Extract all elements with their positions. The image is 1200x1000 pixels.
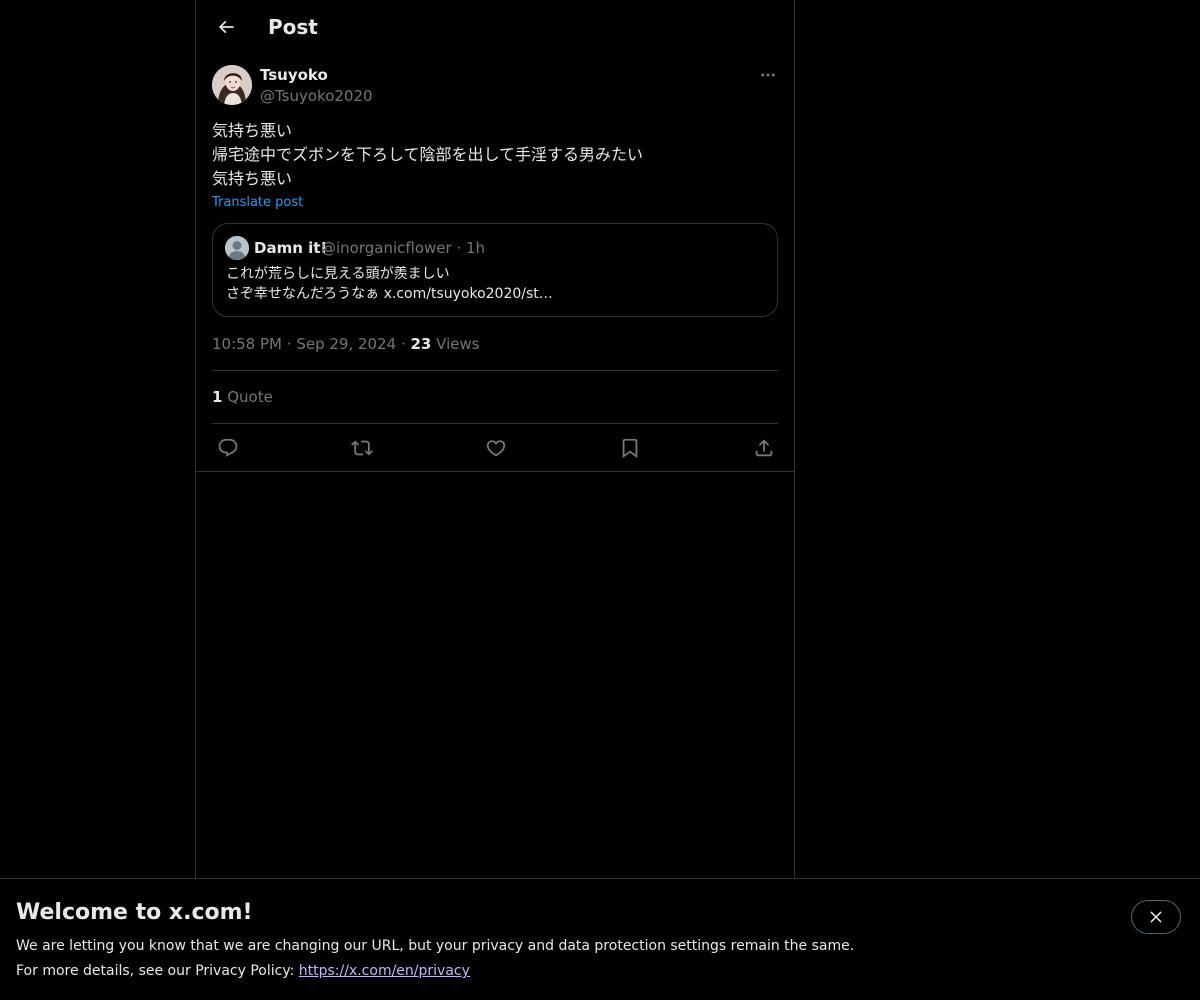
like-icon xyxy=(486,440,506,457)
quote-author-handle: @inorganicflower · 1h xyxy=(321,239,486,257)
avatar-image xyxy=(212,65,252,105)
back-button[interactable] xyxy=(208,9,244,45)
post-text-line: 帰宅途中でズボンを下ろして陰部を出して手淫する男みたい xyxy=(212,145,644,164)
reply-button[interactable] xyxy=(216,436,240,460)
post-column: Post Tsuyoko @Tsuyoko2020 気持ち悪い 帰宅途中でズボン… xyxy=(195,0,795,878)
post-time[interactable]: 10:58 PM xyxy=(212,335,282,353)
views-count: 23 xyxy=(410,335,432,353)
post-text: 気持ち悪い 帰宅途中でズボンを下ろして陰部を出して手淫する男みたい 気持ち悪い xyxy=(212,119,778,191)
action-bar xyxy=(196,424,794,472)
page-header: Post xyxy=(196,0,794,54)
quote-text: これが荒らしに見える頭が羨ましい さぞ幸せなんだろうなぁ x.com/tsuyo… xyxy=(226,264,766,304)
bookmark-icon xyxy=(622,438,638,459)
banner-message: We are letting you know that we are chan… xyxy=(16,938,855,954)
post-text-line: 気持ち悪い xyxy=(212,169,293,188)
quotes-count: 1 xyxy=(212,388,223,406)
divider xyxy=(212,370,778,371)
views-label: Views xyxy=(436,335,480,353)
like-button[interactable] xyxy=(484,436,508,460)
ellipsis-icon xyxy=(761,73,775,77)
default-avatar-icon xyxy=(225,236,249,260)
bookmark-button[interactable] xyxy=(618,436,642,460)
repost-icon xyxy=(351,440,373,456)
banner-privacy-line: For more details, see our Privacy Policy… xyxy=(16,961,470,981)
quotes-link[interactable]: 1 Quote xyxy=(212,387,273,407)
quoted-post-card[interactable]: Damn it! @inorganicflower · 1h これが荒らしに見え… xyxy=(212,223,778,317)
reply-icon xyxy=(218,438,238,457)
meta-separator: · xyxy=(286,335,297,353)
banner-title: Welcome to x.com! xyxy=(16,900,253,925)
author-name[interactable]: Tsuyoko xyxy=(260,65,328,85)
more-button[interactable] xyxy=(756,65,780,85)
post-meta: 10:58 PM · Sep 29, 2024 · 23 Views xyxy=(212,334,480,354)
banner-close-button[interactable] xyxy=(1131,900,1181,934)
privacy-policy-link[interactable]: https://x.com/en/privacy xyxy=(299,963,470,979)
post-date[interactable]: Sep 29, 2024 xyxy=(296,335,396,353)
close-icon xyxy=(1150,911,1162,923)
quote-text-line: さぞ幸せなんだろうなぁ x.com/tsuyoko2020/st… xyxy=(226,286,553,302)
share-icon xyxy=(755,439,773,457)
banner-privacy-prefix: For more details, see our Privacy Policy… xyxy=(16,963,299,979)
quote-author-name: Damn it! xyxy=(254,239,328,257)
author-handle[interactable]: @Tsuyoko2020 xyxy=(260,86,373,106)
post-text-line: 気持ち悪い xyxy=(212,121,293,140)
page-title: Post xyxy=(268,15,318,39)
share-button[interactable] xyxy=(752,436,776,460)
author-avatar[interactable] xyxy=(212,65,252,105)
translate-post-link[interactable]: Translate post xyxy=(212,194,303,212)
arrow-left-icon xyxy=(218,20,234,34)
quotes-label: Quote xyxy=(227,388,273,406)
quote-text-line: これが荒らしに見える頭が羨ましい xyxy=(226,266,450,282)
repost-button[interactable] xyxy=(350,436,374,460)
quote-avatar xyxy=(225,236,249,260)
url-change-banner: Welcome to x.com! We are letting you kno… xyxy=(0,878,1200,1000)
